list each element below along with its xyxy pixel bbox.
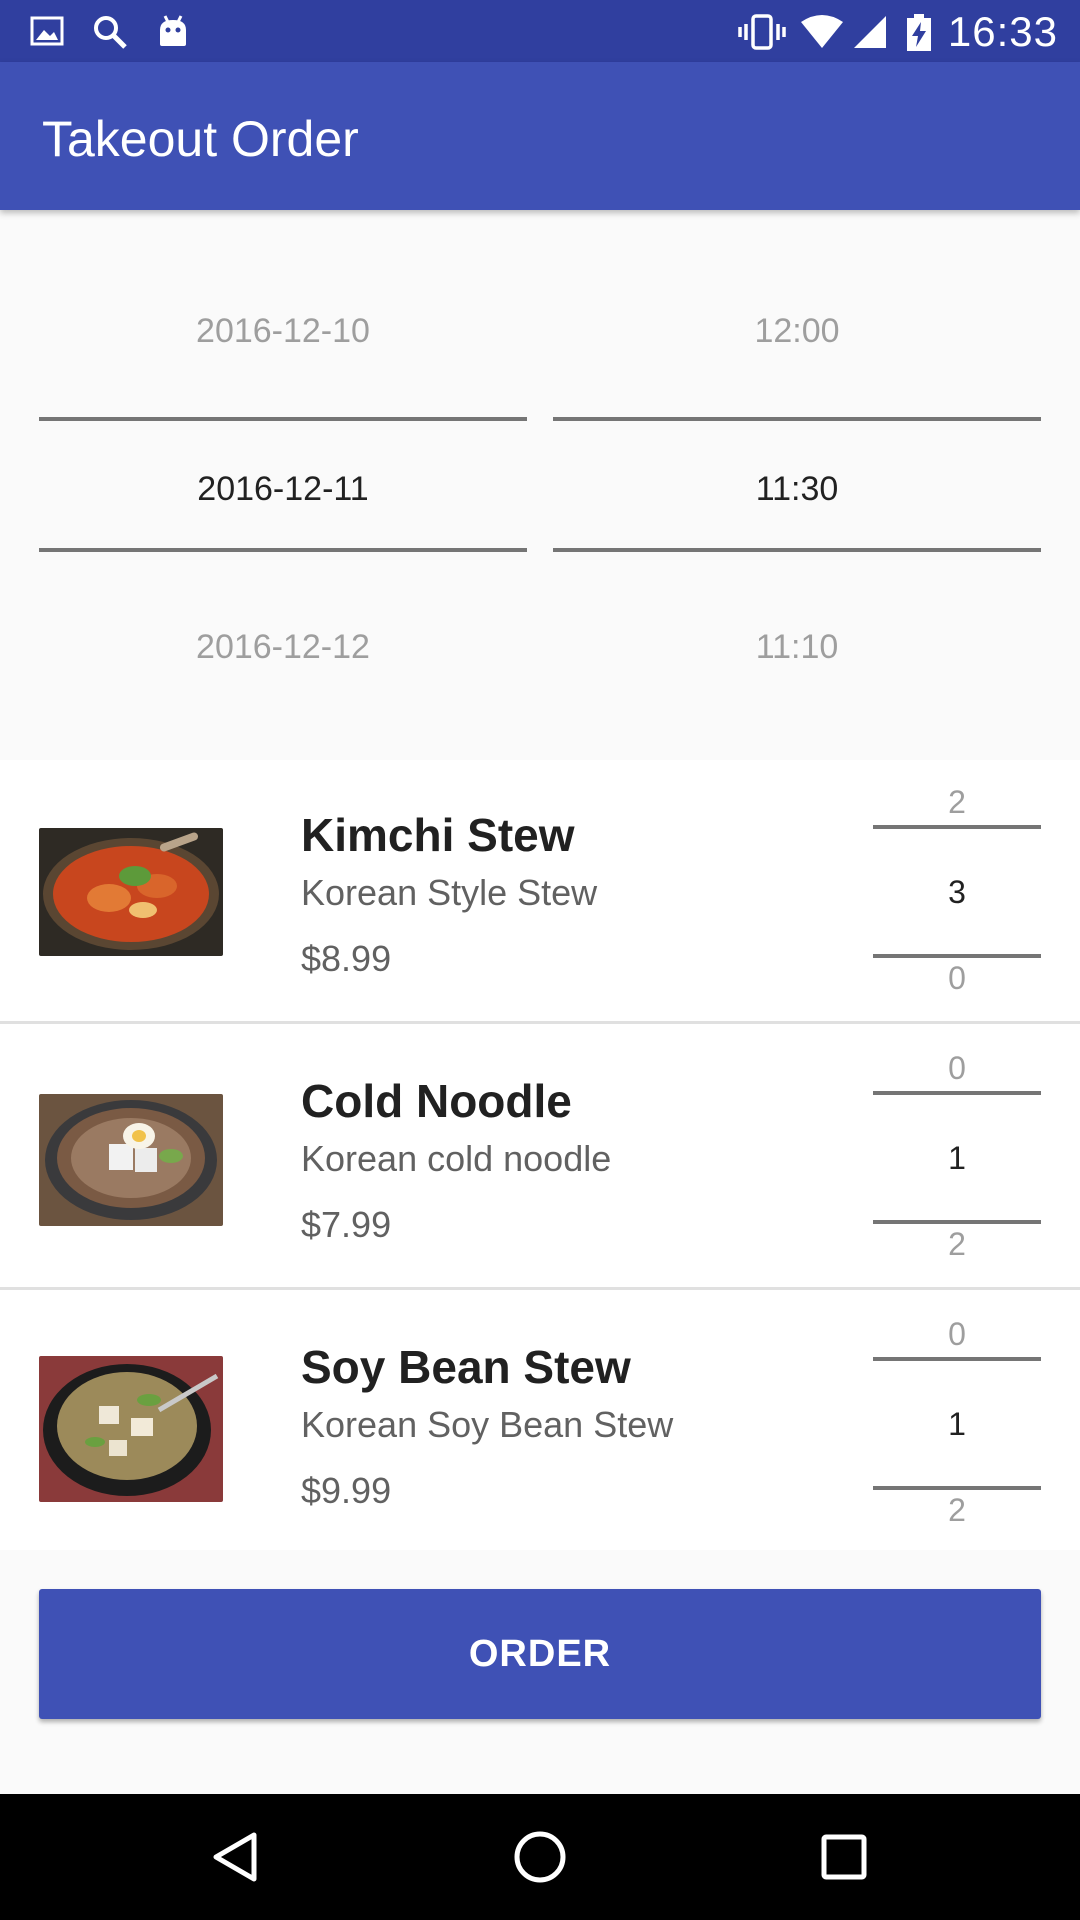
image-icon (30, 14, 64, 53)
quantity-option-selected[interactable]: 1 (873, 1140, 1041, 1177)
quantity-picker[interactable]: 2 3 0 (873, 760, 1041, 1024)
food-description: Korean cold noodle (301, 1138, 612, 1179)
back-icon[interactable] (206, 1827, 266, 1887)
quantity-option-below[interactable]: 0 (873, 960, 1041, 997)
food-name: Soy Bean Stew (301, 1341, 631, 1393)
food-name: Kimchi Stew (301, 809, 575, 861)
app-title: Takeout Order (42, 111, 359, 167)
food-description: Korean Soy Bean Stew (301, 1404, 674, 1445)
screen: 16:33 Takeout Order 2016-12-10 2016-12-1… (0, 0, 1080, 1920)
cold-noodle-image (39, 1094, 223, 1226)
kimchi-stew-image (39, 828, 223, 956)
quantity-divider-top (873, 1357, 1041, 1361)
wifi-icon (800, 14, 844, 55)
date-picker-divider-top (39, 417, 527, 421)
quantity-option-above[interactable]: 0 (873, 1050, 1041, 1087)
status-time: 16:33 (947, 8, 1058, 55)
order-button[interactable]: ORDER (39, 1589, 1041, 1719)
quantity-picker[interactable]: 0 1 2 (873, 1292, 1041, 1556)
time-option-above[interactable]: 12:00 (553, 312, 1041, 351)
list-item: Soy Bean Stew Korean Soy Bean Stew $9.99… (0, 1292, 1080, 1556)
food-price: $9.99 (301, 1470, 392, 1511)
list-divider (0, 1021, 1080, 1024)
vibrate-icon (738, 14, 786, 55)
soy-bean-stew-image (39, 1356, 223, 1502)
quantity-option-below[interactable]: 2 (873, 1226, 1041, 1263)
quantity-option-below[interactable]: 2 (873, 1492, 1041, 1529)
battery-charging-icon (906, 14, 932, 57)
food-price: $7.99 (301, 1204, 392, 1245)
food-price: $8.99 (301, 938, 392, 979)
date-option-selected[interactable]: 2016-12-11 (39, 470, 527, 509)
menu-list: Kimchi Stew Korean Style Stew $8.99 2 3 … (0, 760, 1080, 1550)
time-option-selected[interactable]: 11:30 (553, 470, 1041, 509)
time-option-below[interactable]: 11:10 (553, 628, 1041, 667)
list-item: Cold Noodle Korean cold noodle $7.99 0 1… (0, 1026, 1080, 1290)
app-bar: Takeout Order (0, 62, 1080, 210)
quantity-divider-bottom (873, 1220, 1041, 1224)
time-picker-divider-top (553, 417, 1041, 421)
quantity-divider-bottom (873, 1486, 1041, 1490)
date-option-above[interactable]: 2016-12-10 (39, 312, 527, 351)
quantity-option-selected[interactable]: 1 (873, 1406, 1041, 1443)
quantity-option-above[interactable]: 2 (873, 784, 1041, 821)
status-bar: 16:33 (0, 0, 1080, 62)
list-divider (0, 1287, 1080, 1290)
quantity-divider-top (873, 1091, 1041, 1095)
home-icon[interactable] (510, 1827, 570, 1887)
quantity-option-selected[interactable]: 3 (873, 874, 1041, 911)
quantity-option-above[interactable]: 0 (873, 1316, 1041, 1353)
date-picker-divider-bottom (39, 548, 527, 552)
quantity-picker[interactable]: 0 1 2 (873, 1026, 1041, 1290)
recents-icon[interactable] (814, 1827, 874, 1887)
quantity-divider-top (873, 825, 1041, 829)
food-name: Cold Noodle (301, 1075, 572, 1127)
quantity-divider-bottom (873, 954, 1041, 958)
signal-icon (852, 14, 888, 55)
search-icon (92, 14, 128, 55)
date-option-below[interactable]: 2016-12-12 (39, 628, 527, 667)
time-picker[interactable]: 12:00 11:30 11:10 (553, 280, 1041, 680)
date-picker[interactable]: 2016-12-10 2016-12-11 2016-12-12 (39, 280, 527, 680)
time-picker-divider-bottom (553, 548, 1041, 552)
android-icon (156, 14, 190, 53)
list-item: Kimchi Stew Korean Style Stew $8.99 2 3 … (0, 760, 1080, 1024)
navigation-bar (0, 1794, 1080, 1920)
food-description: Korean Style Stew (301, 872, 598, 913)
